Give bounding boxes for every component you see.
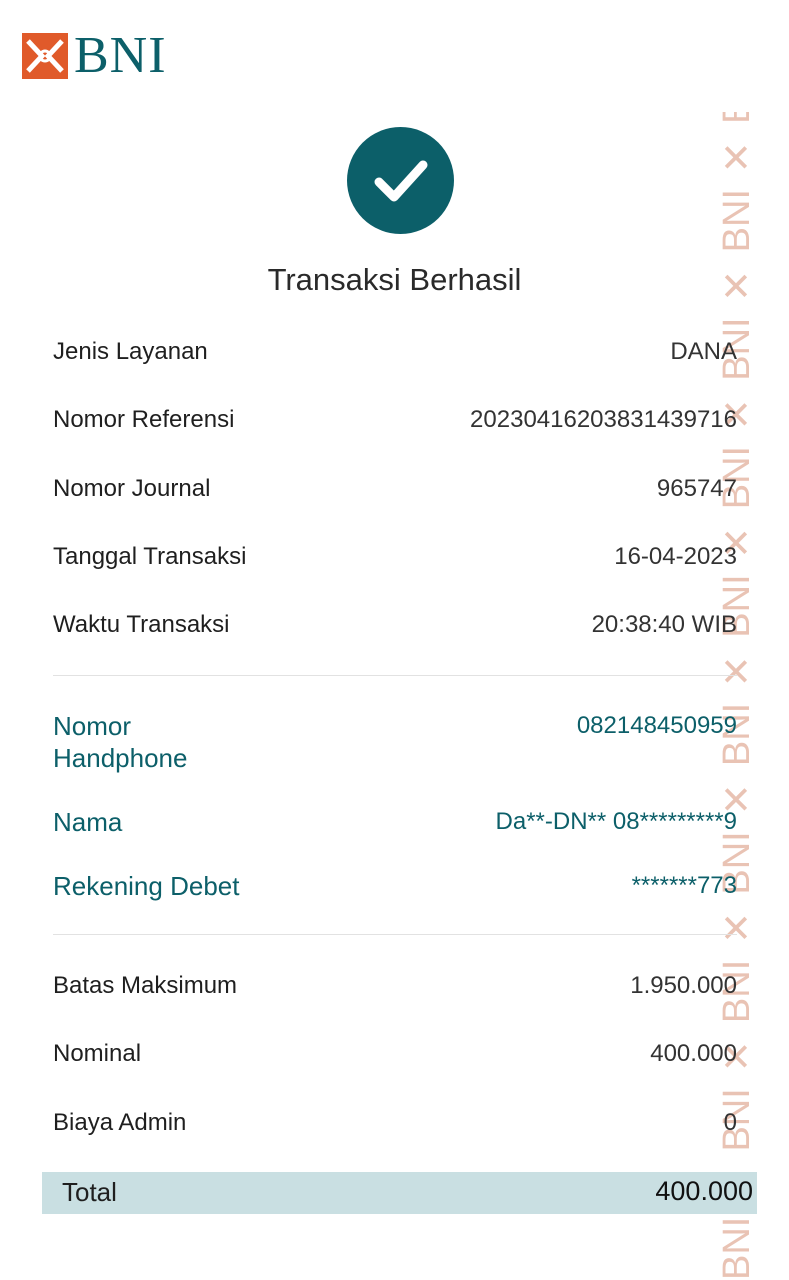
total-label: Total [62,1177,117,1207]
success-check-icon [347,127,454,234]
row-waktu-transaksi: Waktu Transaksi 20:38:40 WIB [53,609,737,641]
bni-logo: BNI [22,30,167,82]
nomor-handphone-value: 082148450959 [576,712,737,739]
row-nomor-journal: Nomor Journal 965747 [53,473,737,505]
total-value: 400.000 [655,1176,753,1206]
nomor-journal-label: Nomor Journal [53,475,211,502]
nama-label: Nama [53,807,123,837]
row-nomor-referensi: Nomor Referensi 20230416203831439716 [53,404,737,436]
nomor-referensi-label: Nomor Referensi [53,406,235,433]
jenis-layanan-label: Jenis Layanan [53,338,208,365]
rekening-debet-label: Rekening Debet [53,871,240,901]
nominal-label: Nominal [53,1040,142,1067]
nominal-value: 400.000 [650,1040,737,1067]
row-nama: Nama Da**-DN** 08*********9 [53,806,737,838]
row-nomor-handphone: Nomor Handphone 082148450959 [53,710,737,774]
bni-logo-text: BNI [74,27,167,84]
nomor-journal-value: 965747 [656,475,737,502]
tanggal-transaksi-label: Tanggal Transaksi [53,543,247,570]
nama-value: Da**-DN** 08*********9 [495,808,737,835]
rekening-debet-value: *******773 [631,872,737,899]
row-tanggal-transaksi: Tanggal Transaksi 16-04-2023 [53,541,737,573]
total-bar: Total 400.000 [42,1172,757,1214]
section-divider [53,934,737,935]
row-rekening-debet: Rekening Debet *******773 [53,870,737,902]
row-biaya-admin: Biaya Admin 0 [53,1107,737,1139]
row-nominal: Nominal 400.000 [53,1038,737,1070]
nomor-referensi-value: 20230416203831439716 [470,406,737,433]
section-divider [53,675,737,676]
batas-maksimum-value: 1.950.000 [630,972,737,999]
waktu-transaksi-value: 20:38:40 WIB [591,611,737,638]
row-batas-maksimum: Batas Maksimum 1.950.000 [53,970,737,1002]
bni-logo-mark-icon [22,33,68,79]
row-jenis-layanan: Jenis Layanan DANA [53,336,737,368]
biaya-admin-value: 0 [723,1109,737,1136]
biaya-admin-label: Biaya Admin [53,1109,187,1136]
batas-maksimum-label: Batas Maksimum [53,972,238,999]
jenis-layanan-value: DANA [670,338,737,365]
waktu-transaksi-label: Waktu Transaksi [53,611,230,638]
transaction-status-title: Transaksi Berhasil [267,262,522,297]
nomor-handphone-label: Nomor Handphone [53,711,188,773]
tanggal-transaksi-value: 16-04-2023 [614,543,737,570]
